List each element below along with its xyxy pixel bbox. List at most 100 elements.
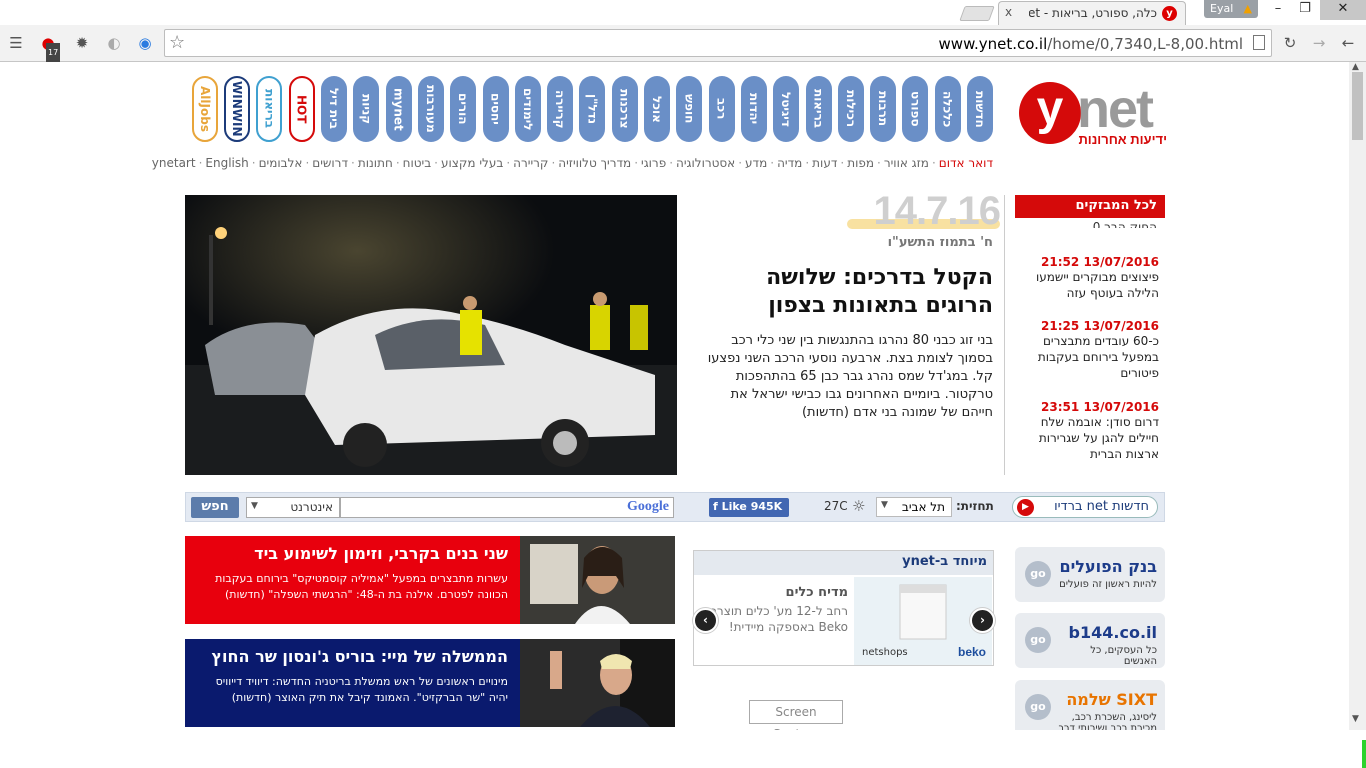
search-scope-select[interactable]: אינטרנט ▼ bbox=[246, 497, 340, 518]
nav-pill[interactable]: תרבות bbox=[870, 76, 897, 142]
nav-pill[interactable]: חדשות bbox=[967, 76, 993, 142]
back-icon[interactable]: ← bbox=[1338, 33, 1358, 53]
ticker-text: פיצוצים מבוקרים יישמעו הלילה בעוטף עזה bbox=[1035, 270, 1159, 300]
next-arrow-icon[interactable]: › bbox=[970, 608, 995, 633]
menu-icon[interactable]: ☰ bbox=[6, 33, 26, 53]
sub-nav-link[interactable]: מדריך טלוויזיה bbox=[558, 156, 631, 170]
sub-nav-link[interactable]: דרושים bbox=[312, 156, 348, 170]
main-story-image[interactable] bbox=[185, 195, 677, 475]
sub-nav-link[interactable]: חתונות bbox=[358, 156, 393, 170]
scroll-down-icon[interactable]: ▼ bbox=[1352, 714, 1359, 724]
sub-nav-link[interactable]: מדע bbox=[745, 156, 767, 170]
link-separator: · bbox=[434, 156, 438, 170]
facebook-like-button[interactable]: f Like 945K bbox=[709, 498, 789, 517]
ynet-favicon-icon: y bbox=[1162, 6, 1177, 21]
like-label: Like 945K bbox=[721, 500, 783, 513]
main-summary[interactable]: בני זוג כבני 80 נהרגו בהתנגשות בין שני כ… bbox=[697, 332, 993, 422]
bookmark-star-icon[interactable]: ☆ bbox=[169, 32, 185, 53]
promo-story[interactable]: שני בנים בקרבי, וזימון לשימוע ביד עשרות … bbox=[185, 536, 675, 624]
sub-nav-link[interactable]: English bbox=[205, 156, 248, 170]
nav-pill[interactable]: מעורבות bbox=[417, 76, 444, 142]
scrollbar-thumb[interactable] bbox=[1352, 72, 1363, 140]
search-button[interactable]: חפש bbox=[191, 497, 239, 518]
address-url: www.ynet.co.il/home/0,7340,L-8,00.html bbox=[938, 35, 1243, 53]
nav-pill[interactable]: יהדות bbox=[740, 76, 767, 142]
sub-nav-link[interactable]: מזג אוויר bbox=[884, 156, 929, 170]
maximize-icon[interactable]: ❐ bbox=[1292, 0, 1318, 20]
special-title[interactable]: מדיח כלים bbox=[708, 585, 848, 600]
nav-pill[interactable]: חופש bbox=[676, 76, 703, 142]
sub-nav-link[interactable]: ביטוח bbox=[403, 156, 432, 170]
promo-desc: מינויים ראשונים של ראש ממשלת בריטניה החד… bbox=[215, 675, 508, 704]
brand-pill[interactable]: WINWIN bbox=[224, 76, 251, 142]
screen-capture-button[interactable]: Screen Capture bbox=[749, 700, 843, 730]
prev-arrow-icon[interactable]: ‹ bbox=[693, 608, 718, 633]
sub-nav-link[interactable]: אסטרולוגיה bbox=[676, 156, 735, 170]
sub-nav-link[interactable]: בעלי מקצוע bbox=[441, 156, 503, 170]
scroll-up-icon[interactable]: ▲ bbox=[1352, 62, 1359, 72]
ad-bank-hapoalim[interactable]: go בנק הפועלים להיות ראשון זה פועלים bbox=[1015, 547, 1165, 602]
nav-pill[interactable]: קריירה bbox=[547, 76, 574, 142]
nav-pill[interactable]: בית דיל bbox=[321, 76, 347, 142]
city-select[interactable]: תל אביב ▼ bbox=[876, 497, 952, 517]
address-bar[interactable]: ☆ www.ynet.co.il/home/0,7340,L-8,00.html bbox=[164, 29, 1272, 57]
ad-sixt[interactable]: go SIXT שלמה ליסינג, השכרת רכב, מכירת רכ… bbox=[1015, 680, 1165, 730]
nav-pill[interactable]: כלכלה bbox=[934, 76, 961, 142]
sub-nav-link[interactable]: דואר אדום bbox=[939, 156, 993, 170]
promo-story[interactable]: הממשלה של מיי: בוריס ג'ונסון שר החוץ מינ… bbox=[185, 639, 675, 727]
brand-pill[interactable]: בריאות bbox=[256, 76, 283, 142]
sun-icon: ☼ bbox=[852, 497, 866, 515]
forward-icon[interactable]: → bbox=[1309, 33, 1329, 53]
ticker-item[interactable]: 13/07/2016 21:25 כ-60 עובדים מתבצרים במפ… bbox=[1027, 319, 1159, 381]
new-tab-button[interactable] bbox=[959, 6, 995, 21]
nav-pill[interactable]: בריאות bbox=[805, 76, 832, 142]
ticker-item[interactable]: 13/07/2016 23:51 דרום סודן: אובמה שלח חי… bbox=[1027, 400, 1159, 462]
ad-b144[interactable]: go b144.co.il כל העסקים, כל האנשים bbox=[1015, 613, 1165, 668]
sub-nav-link[interactable]: דעות bbox=[812, 156, 837, 170]
brand-pill[interactable]: AllJobs bbox=[191, 76, 218, 142]
nav-pill[interactable]: נדל"ן bbox=[579, 76, 606, 142]
nav-pill[interactable]: דיגיטל bbox=[773, 76, 800, 142]
forecast-label: תחזית: bbox=[956, 499, 994, 513]
extension-icon[interactable]: ◐ bbox=[104, 33, 124, 53]
play-icon: ▶ bbox=[1017, 499, 1034, 516]
ynet-logo[interactable]: y net ידיעות אחרונות bbox=[1015, 76, 1167, 152]
minimize-icon[interactable]: – bbox=[1264, 0, 1292, 20]
nav-pill[interactable]: ספורט bbox=[902, 76, 929, 142]
adblock-extension-icon[interactable]: ●17 bbox=[38, 33, 61, 63]
special-desc[interactable]: רחב ל-12 מע' כלים תוצרת Beko באספקה מייד… bbox=[708, 603, 848, 635]
sub-nav-link[interactable]: פרוגי bbox=[641, 156, 666, 170]
nav-pill[interactable]: צרכנות bbox=[611, 76, 638, 142]
nav-pill[interactable]: אוכל bbox=[644, 76, 670, 142]
reload-icon[interactable]: ↻ bbox=[1280, 33, 1300, 53]
nav-pill[interactable]: יחסים bbox=[482, 76, 509, 142]
go-icon: go bbox=[1025, 627, 1051, 653]
nav-pill[interactable]: mynet bbox=[385, 76, 412, 142]
main-headline[interactable]: הקטל בדרכים: שלושה הרוגים בתאונות בצפון bbox=[697, 264, 993, 320]
radio-news-button[interactable]: חדשות net ברדיו ▶ bbox=[1012, 496, 1158, 518]
close-window-icon[interactable]: ✕ bbox=[1320, 0, 1366, 20]
nav-pill[interactable]: קניות bbox=[353, 76, 380, 142]
user-profile-badge[interactable]: Eyal ▲ bbox=[1204, 0, 1258, 18]
search-input[interactable]: Google bbox=[340, 497, 674, 518]
sub-nav-link[interactable]: קריירה bbox=[513, 156, 548, 170]
temperature: 27C bbox=[824, 499, 848, 513]
ticker-item[interactable]: 13/07/2016 21:52 פיצוצים מבוקרים יישמעו … bbox=[1027, 255, 1159, 301]
ticker-header[interactable]: לכל המבזקים bbox=[1015, 195, 1165, 218]
page-scrollbar[interactable]: ▲ ▼ bbox=[1349, 62, 1366, 730]
globe-extension-icon[interactable]: ◉ bbox=[135, 33, 155, 53]
sub-nav-link[interactable]: מפות bbox=[847, 156, 874, 170]
sub-nav-link[interactable]: אלבומים bbox=[259, 156, 303, 170]
gear-extension-icon[interactable]: ✹ bbox=[72, 33, 92, 53]
sub-nav-link[interactable]: ynetart bbox=[152, 156, 196, 170]
nav-pill[interactable]: רכב bbox=[708, 76, 735, 142]
nav-pill[interactable]: רכילות bbox=[837, 76, 864, 142]
sub-nav-link[interactable]: מדיה bbox=[777, 156, 802, 170]
dropdown-arrow-icon: ▼ bbox=[251, 501, 258, 511]
web-page: y net ידיעות אחרונות חדשות כלכלה ספורט תרבו… bbox=[0, 62, 1349, 730]
tab-close-icon[interactable]: x bbox=[1005, 5, 1012, 19]
nav-pill[interactable]: הורים bbox=[450, 76, 477, 142]
brand-pill[interactable]: HOT bbox=[288, 76, 315, 142]
nav-pill[interactable]: לימודים bbox=[514, 76, 541, 142]
browser-tab[interactable]: y כלה, ספורט, בריאות - ynet x bbox=[998, 1, 1186, 25]
